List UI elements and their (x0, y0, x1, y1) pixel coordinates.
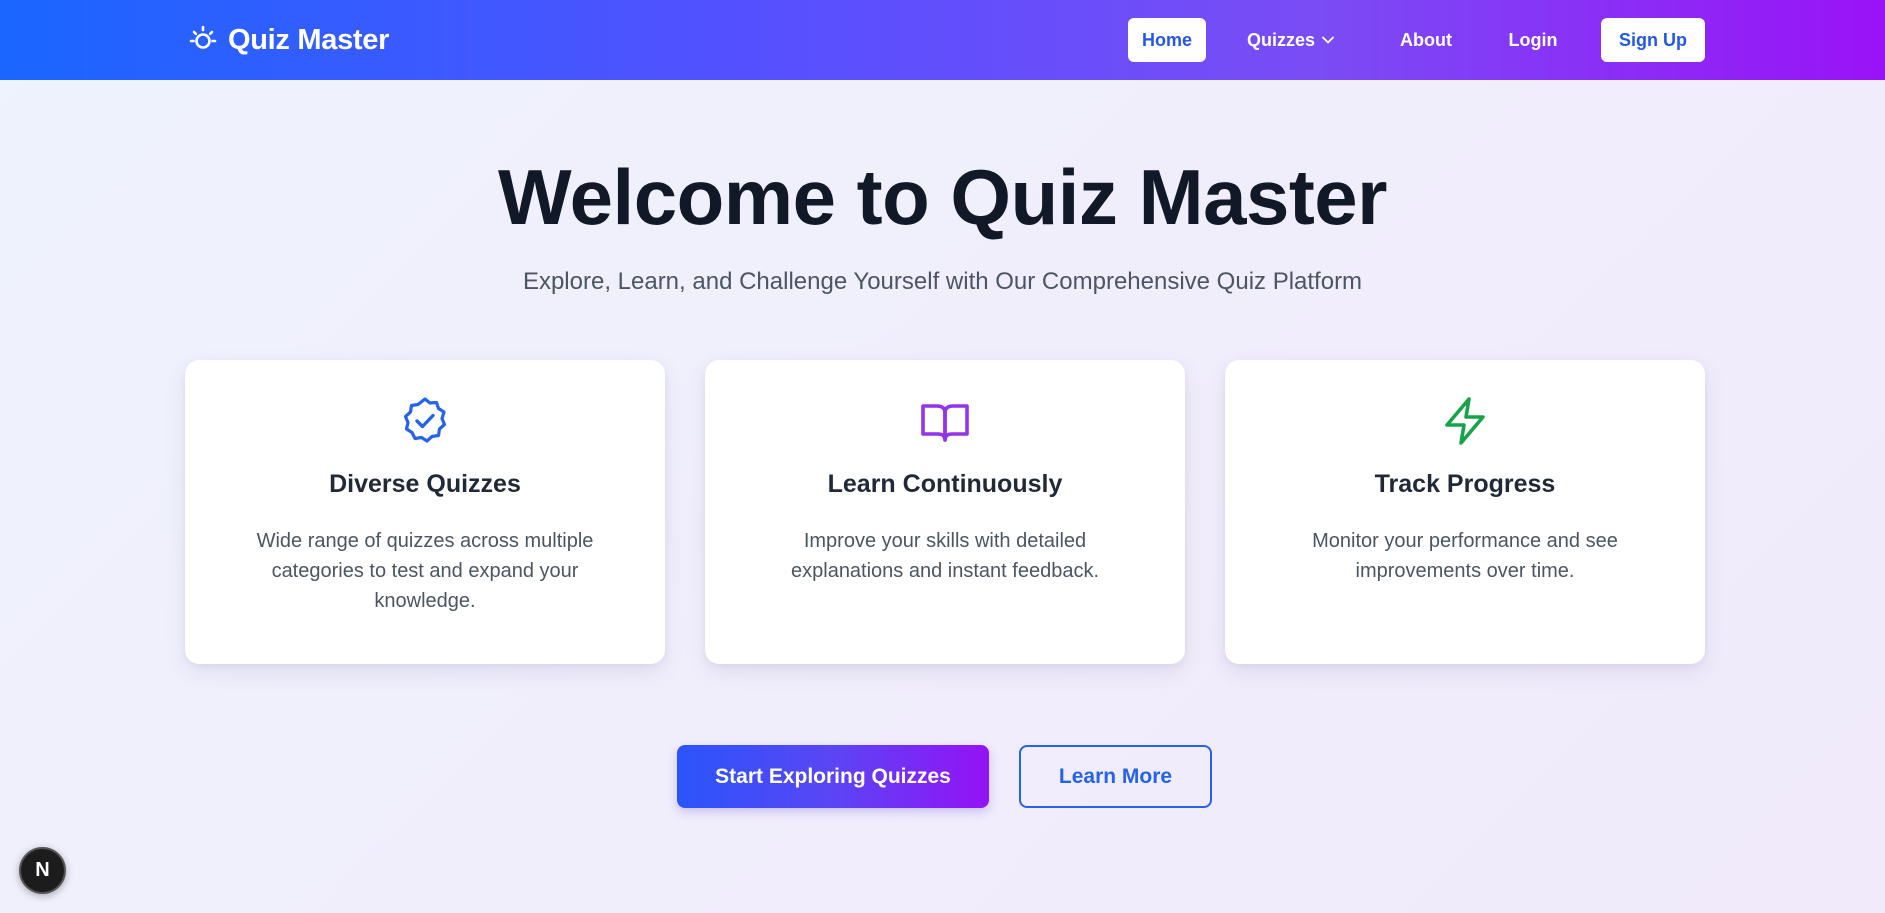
feature-title: Track Progress (1374, 470, 1556, 498)
nav-quizzes-label: Quizzes (1246, 29, 1316, 50)
nav-login[interactable]: Login (1500, 18, 1566, 62)
book-open-icon (921, 404, 969, 442)
dev-badge-label: N (35, 859, 50, 881)
nav-signup-button[interactable]: Sign Up (1601, 18, 1705, 62)
feature-description: Wide range of quizzes across multiple ca… (256, 530, 594, 612)
sun-icon (189, 25, 217, 49)
nav-home[interactable]: Home (1128, 18, 1206, 62)
top-navbar: Quiz Master Home Quizzes About Login Sig… (0, 0, 1885, 80)
dev-tools-badge[interactable]: N (19, 847, 66, 894)
feature-title: Learn Continuously (827, 470, 1063, 498)
lightning-icon (1445, 397, 1485, 445)
feature-description: Monitor your performance and see improve… (1312, 530, 1618, 582)
nav-quizzes-dropdown[interactable]: Quizzes (1240, 18, 1342, 62)
feature-card-learn-continuously: Learn Continuously Improve your skills w… (705, 360, 1185, 664)
learn-more-button[interactable]: Learn More (1019, 745, 1212, 808)
feature-card-diverse-quizzes: Diverse Quizzes Wide range of quizzes ac… (185, 360, 665, 664)
start-exploring-button[interactable]: Start Exploring Quizzes (677, 745, 989, 808)
brand-name: Quiz Master (228, 23, 390, 56)
chevron-down-icon (1322, 36, 1334, 44)
badge-check-icon (403, 397, 447, 443)
feature-description: Improve your skills with detailed explan… (791, 530, 1099, 582)
feature-title: Diverse Quizzes (329, 470, 521, 498)
hero-subtitle: Explore, Learn, and Challenge Yourself w… (522, 268, 1363, 295)
feature-card-track-progress: Track Progress Monitor your performance … (1225, 360, 1705, 664)
hero-title: Welcome to Quiz Master (497, 153, 1388, 241)
nav-about[interactable]: About (1390, 18, 1462, 62)
brand-logo[interactable]: Quiz Master (188, 20, 389, 60)
